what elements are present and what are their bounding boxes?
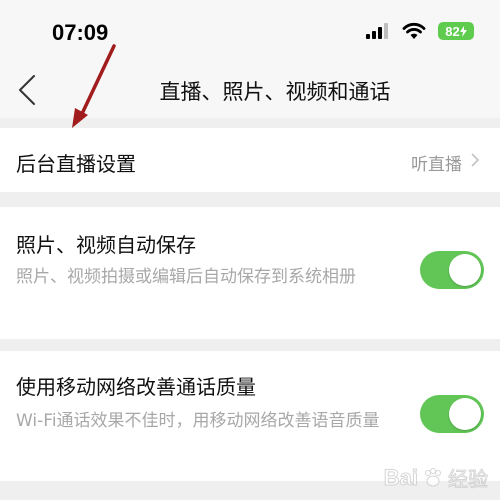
auto-save-toggle[interactable] [420, 251, 484, 289]
setting-description: 照片、视频拍摄或编辑后自动保存到系统相册 [16, 267, 356, 287]
status-icons: 82 [366, 22, 474, 40]
setting-row-auto-save: 照片、视频自动保存 照片、视频拍摄或编辑后自动保存到系统相册 [0, 207, 500, 339]
watermark-brand: Bai [383, 464, 418, 490]
nav-bar: 直播、照片、视频和通话 [0, 62, 500, 118]
setting-value: 听直播 [411, 155, 462, 175]
setting-row-background-live[interactable]: 后台直播设置 听直播 [0, 128, 500, 192]
toggle-knob [449, 254, 481, 286]
chevron-right-icon [471, 153, 480, 167]
signal-icon [366, 23, 388, 39]
page-title: 直播、照片、视频和通话 [159, 80, 391, 104]
setting-description: Wi-Fi通话效果不佳时，用移动网络改善语音质量 [16, 411, 380, 431]
status-bar: 07:09 82 [0, 0, 500, 62]
watermark-suffix: 经验 [448, 467, 489, 492]
charging-bolt-icon [459, 25, 467, 37]
setting-row-mobile-network: 使用移动网络改善通话质量 Wi-Fi通话效果不佳时，用移动网络改善语音质量 [0, 351, 500, 481]
battery-level: 82 [445, 23, 460, 39]
setting-title: 后台直播设置 [16, 152, 136, 176]
setting-title: 照片、视频自动保存 [16, 233, 196, 257]
battery-icon: 82 [438, 22, 474, 40]
watermark: Bai 经验 [383, 463, 489, 492]
wifi-icon [402, 22, 426, 39]
status-time: 07:09 [52, 20, 109, 45]
paw-icon [425, 467, 441, 486]
setting-title: 使用移动网络改善通话质量 [16, 375, 256, 399]
mobile-network-toggle[interactable] [420, 395, 484, 433]
toggle-knob [449, 398, 481, 430]
